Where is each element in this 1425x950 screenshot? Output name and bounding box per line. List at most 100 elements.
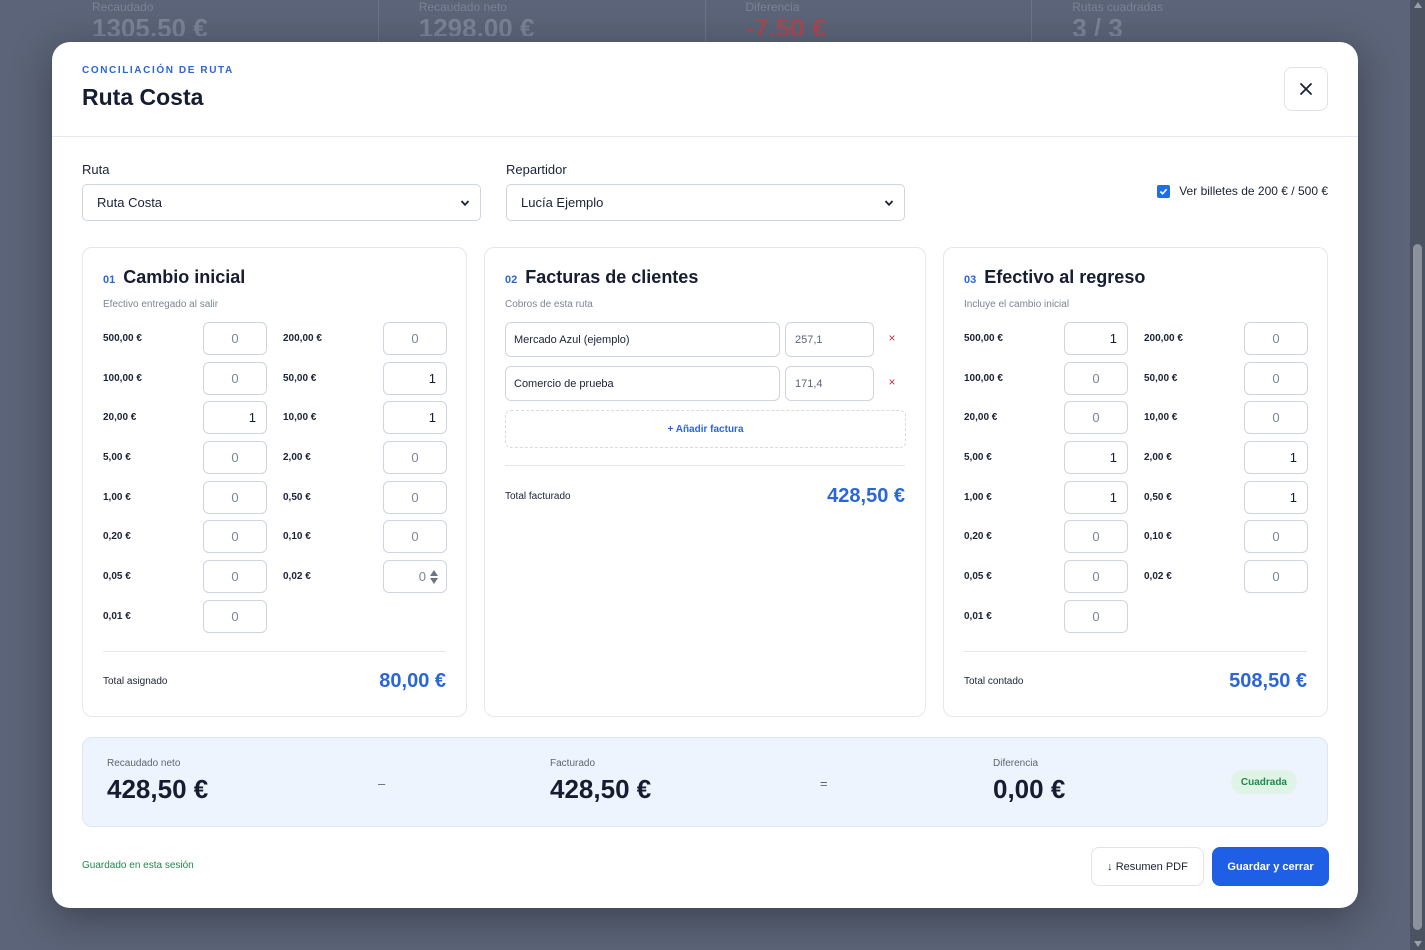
denomination-cell: 100,00 € 0 xyxy=(103,361,275,395)
denomination-cell: 20,00 € 1 xyxy=(103,401,275,435)
denomination-count-input[interactable]: 1 xyxy=(1064,322,1128,355)
invoice-name-input[interactable]: Mercado Azul (ejemplo) xyxy=(505,322,780,357)
initial-change-panel: 01 Cambio inicial Efectivo entregado al … xyxy=(82,247,467,717)
large-notes-toggle[interactable]: Ver billetes de 200 € / 500 € xyxy=(1157,184,1328,198)
panel-subtitle: Efectivo entregado al salir xyxy=(103,299,219,310)
scroll-up-arrow-icon[interactable] xyxy=(1414,2,1422,8)
route-select[interactable]: Ruta Costa xyxy=(82,184,481,221)
denomination-count-input[interactable]: 0 xyxy=(203,361,267,395)
denomination-label: 200,00 € xyxy=(1144,333,1183,344)
denomination-count-input[interactable]: 1 xyxy=(1244,441,1308,475)
denomination-cell: 2,00 € 0 xyxy=(283,441,455,475)
invoice-amount-input[interactable]: 257,1 xyxy=(785,322,874,357)
denomination-row: 100,00 € 0 50,00 € 1 xyxy=(103,361,447,402)
panel-divider xyxy=(964,651,1307,652)
denomination-label: 0,02 € xyxy=(283,571,311,583)
total-counted-label: Total contado xyxy=(964,676,1024,687)
pdf-summary-button[interactable]: ↓ Resumen PDF xyxy=(1091,847,1204,886)
denomination-count-input[interactable]: 0 xyxy=(1244,520,1308,554)
denomination-label: 0,05 € xyxy=(103,571,131,583)
denomination-cell: 20,00 € 0 xyxy=(964,401,1136,435)
large-notes-checkbox[interactable] xyxy=(1157,184,1171,198)
remove-invoice-icon[interactable]: × xyxy=(885,331,899,347)
denomination-label: 2,00 € xyxy=(1144,452,1172,464)
remove-invoice-icon[interactable]: × xyxy=(885,375,899,391)
scroll-thumb[interactable] xyxy=(1413,244,1422,930)
denomination-count-input[interactable]: 0 xyxy=(383,441,447,475)
denomination-label: 200,00 € xyxy=(283,333,322,344)
denomination-count-input[interactable]: 0 xyxy=(1244,322,1308,355)
denomination-count-input[interactable]: 0 xyxy=(383,322,447,355)
panel-number: 01 xyxy=(103,274,116,286)
denomination-count-input[interactable]: 0 xyxy=(383,520,447,554)
total-row: Total asignado 80,00 € xyxy=(103,670,446,693)
denomination-count-input[interactable]: 1 xyxy=(383,401,447,435)
invoice-row: Comercio de prueba 171,4 × xyxy=(505,366,905,401)
denomination-count-input[interactable]: 1 xyxy=(1064,441,1128,475)
denomination-count-input[interactable]: 0 xyxy=(1064,361,1128,395)
invoice-amount-input[interactable]: 171,4 xyxy=(785,366,874,401)
denomination-row: 0,05 € 0 0,02 € 0 xyxy=(103,560,447,600)
denomination-count-input[interactable]: 0 xyxy=(1064,401,1128,435)
denomination-count-input[interactable]: 0 xyxy=(1244,401,1308,435)
denomination-label: 500,00 € xyxy=(964,333,1003,344)
denomination-count-input[interactable]: 0 xyxy=(1064,599,1128,633)
denomination-count-input[interactable]: 0 xyxy=(203,322,267,355)
spinner-arrows-icon[interactable] xyxy=(430,570,439,586)
denomination-row: 0,05 € 0 0,02 € 0 xyxy=(964,560,1308,600)
denomination-cell: 10,00 € 0 xyxy=(1144,401,1316,435)
denomination-count-input[interactable]: 0 xyxy=(1064,560,1128,594)
chevron-down-icon xyxy=(460,199,470,206)
denomination-count-input[interactable]: 0 xyxy=(203,599,267,633)
denomination-count-input[interactable]: 1 xyxy=(203,401,267,435)
denomination-count-input[interactable]: 0 xyxy=(1244,361,1308,395)
billed-block: Facturado 428,50 € xyxy=(550,758,651,805)
add-invoice-button[interactable]: + Añadir factura xyxy=(505,410,906,448)
denomination-count-input[interactable]: 1 xyxy=(383,361,447,395)
scroll-down-arrow-icon[interactable] xyxy=(1414,941,1422,947)
save-and-close-button[interactable]: Guardar y cerrar xyxy=(1212,847,1329,886)
driver-select[interactable]: Lucía Ejemplo xyxy=(506,184,905,221)
denomination-count-input[interactable]: 0 xyxy=(383,480,447,514)
denomination-count-input[interactable]: 0 xyxy=(1064,520,1128,554)
denomination-count-input[interactable]: 0 xyxy=(203,560,267,594)
panel-divider xyxy=(505,465,905,466)
denomination-row: 0,20 € 0 0,10 € 0 xyxy=(103,520,447,560)
denomination-count-value: 0 xyxy=(1092,569,1100,585)
background-stat: Rutas cuadradas 3 / 3 xyxy=(1032,0,1358,44)
denomination-count-input[interactable]: 1 xyxy=(1064,480,1128,514)
total-row: Total contado 508,50 € xyxy=(964,670,1307,693)
denomination-cell: 1,00 € 0 xyxy=(103,480,275,514)
denomination-count-value: 0 xyxy=(1092,608,1100,624)
checkmark-icon xyxy=(1159,188,1168,195)
denomination-count-value: 0 xyxy=(1272,410,1280,426)
denomination-cell: 500,00 € 0 xyxy=(103,322,275,355)
denomination-row: 0,20 € 0 0,10 € 0 xyxy=(964,520,1308,560)
denomination-label: 50,00 € xyxy=(1144,372,1178,384)
selectors-row: Ruta Ruta Costa Repartidor Lucía Ejemplo… xyxy=(82,162,1328,232)
close-button[interactable] xyxy=(1284,67,1328,111)
denomination-count-value: 1 xyxy=(1109,331,1117,346)
invoice-name-input[interactable]: Comercio de prueba xyxy=(505,366,780,401)
denomination-label: 0,50 € xyxy=(283,491,311,503)
background-stats: Recaudado 1305,50 € Recaudado neto 1298,… xyxy=(52,0,1358,44)
denomination-cell: 500,00 € 1 xyxy=(964,322,1136,355)
page-scrollbar[interactable] xyxy=(1410,0,1425,950)
denomination-row: 5,00 € 0 2,00 € 0 xyxy=(103,441,447,481)
denomination-count-input[interactable]: 0 xyxy=(203,441,267,475)
panel-divider xyxy=(103,651,446,652)
denomination-count-input[interactable]: 0 xyxy=(203,480,267,514)
denomination-cell: 0,01 € 0 xyxy=(964,599,1136,633)
denomination-count-input[interactable]: 0 xyxy=(203,520,267,554)
driver-select-label: Repartidor xyxy=(506,162,567,177)
denomination-count-value: 1 xyxy=(428,410,436,426)
denomination-label: 0,05 € xyxy=(964,571,992,583)
denomination-count-input[interactable]: 1 xyxy=(1244,480,1308,514)
denomination-count-value: 1 xyxy=(1109,450,1117,466)
denomination-count-value: 0 xyxy=(1272,331,1280,346)
difference-block: Diferencia 0,00 € xyxy=(993,758,1065,805)
denomination-count-input[interactable]: 0 xyxy=(1244,560,1308,594)
denomination-count-input[interactable]: 0 xyxy=(383,560,447,594)
denomination-row: 1,00 € 1 0,50 € 1 xyxy=(964,480,1308,521)
denomination-cell: 2,00 € 1 xyxy=(1144,441,1316,475)
